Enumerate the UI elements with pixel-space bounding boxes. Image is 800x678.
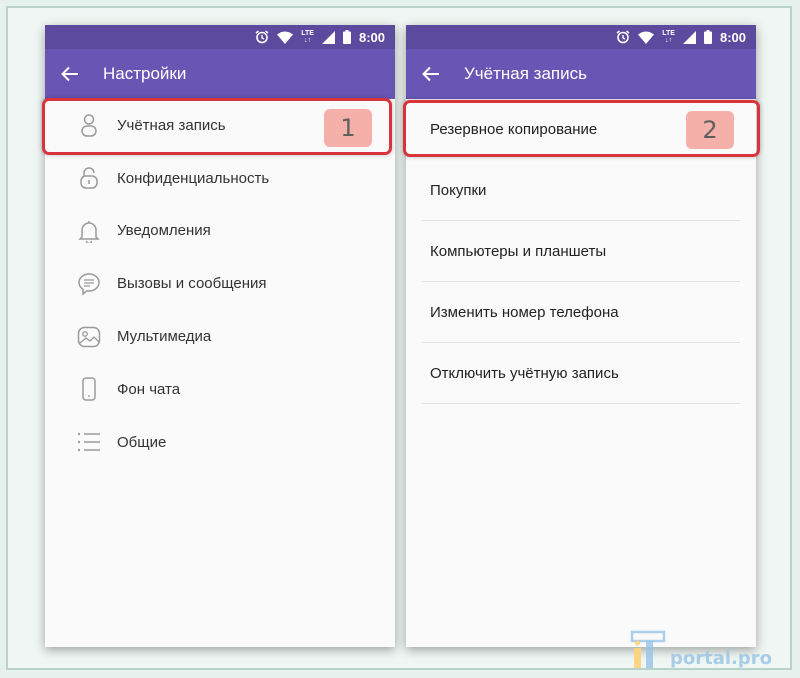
signal-icon bbox=[682, 30, 696, 44]
watermark: portal.pro bbox=[628, 624, 772, 670]
settings-item-label: Мультимедиа bbox=[117, 328, 212, 346]
account-item-label: Покупки bbox=[430, 182, 487, 199]
page-title: Учётная запись bbox=[464, 64, 587, 83]
battery-icon bbox=[342, 30, 351, 44]
step-2-badge: 2 bbox=[686, 111, 734, 149]
settings-item-label: Вызовы и сообщения bbox=[117, 275, 267, 293]
list-icon bbox=[77, 430, 101, 454]
lte-indicator: LTE ↓↑ bbox=[662, 30, 675, 44]
account-item-label: Отключить учётную запись bbox=[430, 365, 619, 382]
phone-icon bbox=[77, 377, 101, 402]
account-item-purchases[interactable]: Покупки bbox=[406, 160, 756, 221]
battery-icon bbox=[703, 30, 712, 44]
settings-item-chat-background[interactable]: Фон чата bbox=[45, 363, 395, 416]
alarm-icon bbox=[255, 30, 269, 44]
back-arrow-icon[interactable] bbox=[422, 63, 444, 85]
settings-item-label: Фон чата bbox=[117, 380, 181, 398]
settings-item-label: Общие bbox=[117, 433, 167, 451]
back-arrow-icon[interactable] bbox=[61, 63, 83, 85]
status-bar: LTE ↓↑ 8:00 bbox=[45, 25, 395, 49]
settings-item-privacy[interactable]: Конфиденциальность bbox=[45, 152, 395, 205]
lte-indicator: LTE ↓↑ bbox=[301, 30, 314, 44]
it-logo-icon bbox=[628, 630, 668, 670]
wifi-icon bbox=[638, 31, 655, 44]
settings-item-notifications[interactable]: Уведомления bbox=[45, 205, 395, 258]
settings-item-label: Конфиденциальность bbox=[117, 169, 270, 187]
account-item-label: Изменить номер телефона bbox=[430, 304, 619, 321]
chat-bubble-icon bbox=[77, 272, 101, 296]
step-1-badge: 1 bbox=[324, 109, 372, 147]
account-item-label: Компьютеры и планшеты bbox=[430, 243, 607, 260]
account-item-computers-tablets[interactable]: Компьютеры и планшеты bbox=[406, 221, 756, 282]
signal-icon bbox=[321, 30, 335, 44]
network-label: LTE bbox=[662, 30, 675, 37]
clock-text: 8:00 bbox=[719, 29, 746, 45]
bell-icon bbox=[77, 219, 101, 243]
page-title: Настройки bbox=[103, 64, 187, 83]
toolbar: Настройки bbox=[45, 49, 395, 99]
settings-item-label: Уведомления bbox=[117, 222, 211, 240]
settings-item-general[interactable]: Общие bbox=[45, 416, 395, 469]
toolbar: Учётная запись bbox=[406, 49, 756, 99]
account-item-deactivate-account[interactable]: Отключить учётную запись bbox=[406, 343, 756, 404]
lock-icon bbox=[77, 166, 101, 190]
image-icon bbox=[77, 325, 101, 349]
wifi-icon bbox=[277, 31, 294, 44]
settings-item-multimedia[interactable]: Мультимедиа bbox=[45, 310, 395, 363]
clock-text: 8:00 bbox=[358, 29, 385, 45]
alarm-icon bbox=[616, 30, 630, 44]
status-bar: LTE ↓↑ 8:00 bbox=[406, 25, 756, 49]
settings-item-calls-messages[interactable]: Вызовы и сообщения bbox=[45, 257, 395, 310]
network-label: LTE bbox=[301, 30, 314, 37]
account-item-change-phone-number[interactable]: Изменить номер телефона bbox=[406, 282, 756, 343]
watermark-text: portal.pro bbox=[670, 648, 773, 669]
